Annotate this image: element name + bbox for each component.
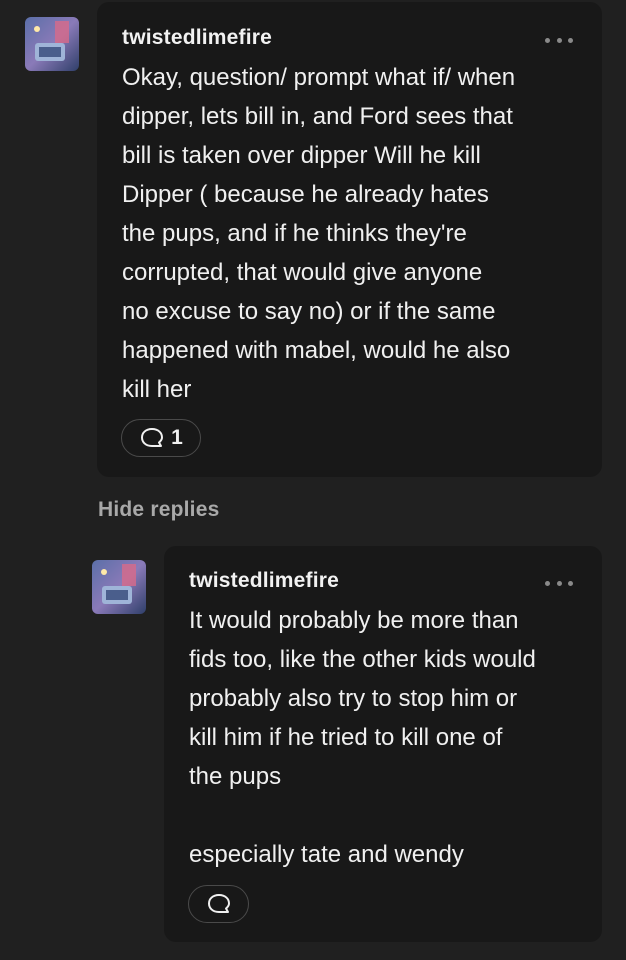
comment-card: twistedlimefire Okay, question/ prompt w… [97,2,602,477]
hide-replies-link[interactable]: Hide replies [98,498,219,522]
reply-text: It would probably be more than fids too,… [189,607,536,868]
avatar-image [25,17,79,71]
comment-username[interactable]: twistedlimefire [122,26,272,50]
more-dots-icon[interactable] [545,578,573,588]
reply-card: twistedlimefire It would probably be mor… [164,546,602,942]
reply-username[interactable]: twistedlimefire [189,569,339,593]
speech-bubble-icon [207,894,230,913]
avatar[interactable] [92,560,146,614]
comments-page: twistedlimefire Okay, question/ prompt w… [0,0,626,960]
reply-count: 1 [171,426,183,449]
more-dots-icon[interactable] [545,35,573,45]
avatar[interactable] [25,17,79,71]
speech-bubble-icon [141,428,164,447]
reply-count-button[interactable]: 1 [121,419,201,457]
comment-text: Okay, question/ prompt what if/ when dip… [122,64,516,403]
avatar-image [92,560,146,614]
reply-button[interactable] [188,885,249,923]
